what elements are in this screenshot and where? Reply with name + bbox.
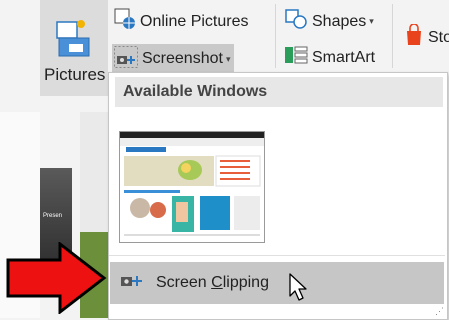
ribbon-separator [392, 4, 393, 68]
online-pictures-label: Online Pictures [140, 12, 249, 30]
shapes-button[interactable]: Shapes ▾ [284, 8, 374, 35]
shapes-label: Shapes [312, 12, 367, 30]
store-button[interactable]: Sto [404, 23, 449, 51]
pictures-button[interactable]: Pictures [40, 0, 108, 96]
smartart-button[interactable]: SmartArt [284, 44, 375, 71]
menu-divider [109, 255, 445, 256]
chevron-down-icon: ▾ [369, 16, 374, 26]
screenshot-label: Screenshot [142, 50, 223, 67]
chevron-down-icon: ▾ [225, 53, 231, 64]
mouse-cursor-icon [289, 273, 307, 301]
online-pictures-button[interactable]: Online Pictures [114, 8, 249, 35]
window-preview-image [120, 132, 264, 236]
screenshot-button[interactable]: Screenshot ▾ [112, 44, 235, 74]
smartart-label: SmartArt [312, 48, 376, 66]
screenshot-icon [114, 45, 138, 73]
ribbon-separator [275, 4, 276, 68]
screen-clipping-label: Screen Clipping [156, 274, 269, 291]
pictures-label: Pictures [44, 65, 106, 84]
smartart-icon [284, 44, 308, 71]
store-icon [404, 23, 424, 51]
red-arrow-icon [6, 242, 107, 314]
pictures-icon [55, 18, 91, 63]
slide-thumbnail-text: Presen [43, 213, 63, 219]
screen-clipping-menu-item[interactable]: Screen Clipping [110, 262, 444, 304]
online-pictures-icon [114, 8, 136, 35]
store-label: Sto [428, 28, 449, 46]
screen-clipping-icon [120, 273, 142, 294]
screenshot-dropdown-menu: Available Windows Screen Clipping ⋰ [108, 72, 448, 320]
resize-grip-icon[interactable]: ⋰ [435, 306, 444, 317]
shapes-icon [284, 8, 308, 35]
available-window-thumbnail[interactable] [119, 131, 265, 243]
available-windows-header: Available Windows [115, 77, 443, 107]
